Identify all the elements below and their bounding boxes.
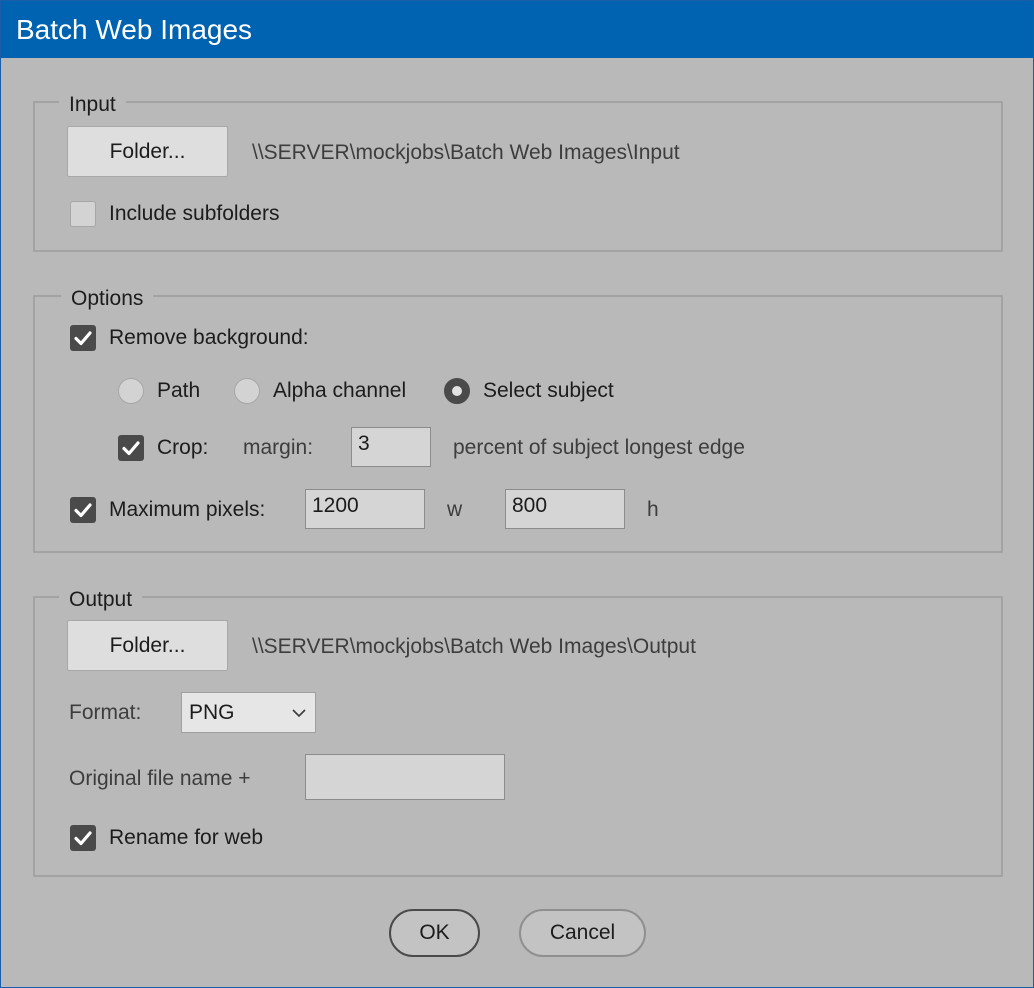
select-subject-radio[interactable] xyxy=(444,378,470,404)
crop-margin-suffix: percent of subject longest edge xyxy=(453,436,745,459)
input-folder-path: \\SERVER\mockjobs\Batch Web Images\Input xyxy=(252,141,680,164)
window-title: Batch Web Images xyxy=(16,13,253,45)
output-legend: Output xyxy=(59,588,143,612)
alpha-channel-radio-label: Alpha channel xyxy=(273,379,407,402)
height-unit-label: h xyxy=(647,498,659,521)
cancel-button-label: Cancel xyxy=(549,921,616,944)
rename-for-web-label: Rename for web xyxy=(109,826,264,849)
checkmark-icon xyxy=(74,331,92,346)
ok-button-label: OK xyxy=(419,921,450,944)
crop-margin-input[interactable]: 3 xyxy=(351,427,431,467)
format-select-value: PNG xyxy=(189,700,235,724)
chevron-down-icon xyxy=(292,709,306,718)
include-subfolders-label: Include subfolders xyxy=(109,202,280,225)
max-width-input[interactable]: 1200 xyxy=(305,489,425,529)
margin-label: margin: xyxy=(243,436,314,459)
cancel-button[interactable]: Cancel xyxy=(519,909,646,957)
filename-suffix-input[interactable] xyxy=(305,754,505,800)
input-legend: Input xyxy=(59,93,126,117)
format-select[interactable]: PNG xyxy=(181,692,316,733)
maximum-pixels-checkbox[interactable] xyxy=(70,497,96,523)
batch-web-images-dialog: Batch Web Images Input Folder... \\SERVE… xyxy=(0,0,1034,988)
max-height-input[interactable]: 800 xyxy=(505,489,625,529)
input-folder-button[interactable]: Folder... xyxy=(67,126,228,177)
ok-button[interactable]: OK xyxy=(389,909,480,957)
format-label: Format: xyxy=(69,701,142,724)
output-folder-button-label: Folder... xyxy=(109,633,186,657)
checkmark-icon xyxy=(122,441,140,456)
remove-background-checkbox[interactable] xyxy=(70,325,96,351)
crop-checkbox[interactable] xyxy=(118,435,144,461)
remove-background-label: Remove background: xyxy=(109,326,309,349)
select-subject-radio-label: Select subject xyxy=(483,379,614,402)
options-legend: Options xyxy=(61,287,154,311)
include-subfolders-checkbox[interactable] xyxy=(70,201,96,227)
input-folder-button-label: Folder... xyxy=(109,139,186,163)
path-radio-label: Path xyxy=(157,379,201,402)
maximum-pixels-label: Maximum pixels: xyxy=(109,498,266,521)
rename-for-web-checkbox[interactable] xyxy=(70,825,96,851)
original-file-name-label: Original file name + xyxy=(69,767,251,790)
width-unit-label: w xyxy=(447,498,463,521)
checkmark-icon xyxy=(74,831,92,846)
crop-label: Crop: xyxy=(157,436,209,459)
radio-selected-dot xyxy=(452,386,462,396)
path-radio[interactable] xyxy=(118,378,144,404)
alpha-channel-radio[interactable] xyxy=(234,378,260,404)
title-bar[interactable]: Batch Web Images xyxy=(1,1,1033,58)
checkmark-icon xyxy=(74,503,92,518)
output-folder-path: \\SERVER\mockjobs\Batch Web Images\Outpu… xyxy=(252,635,696,658)
output-folder-button[interactable]: Folder... xyxy=(67,620,228,671)
